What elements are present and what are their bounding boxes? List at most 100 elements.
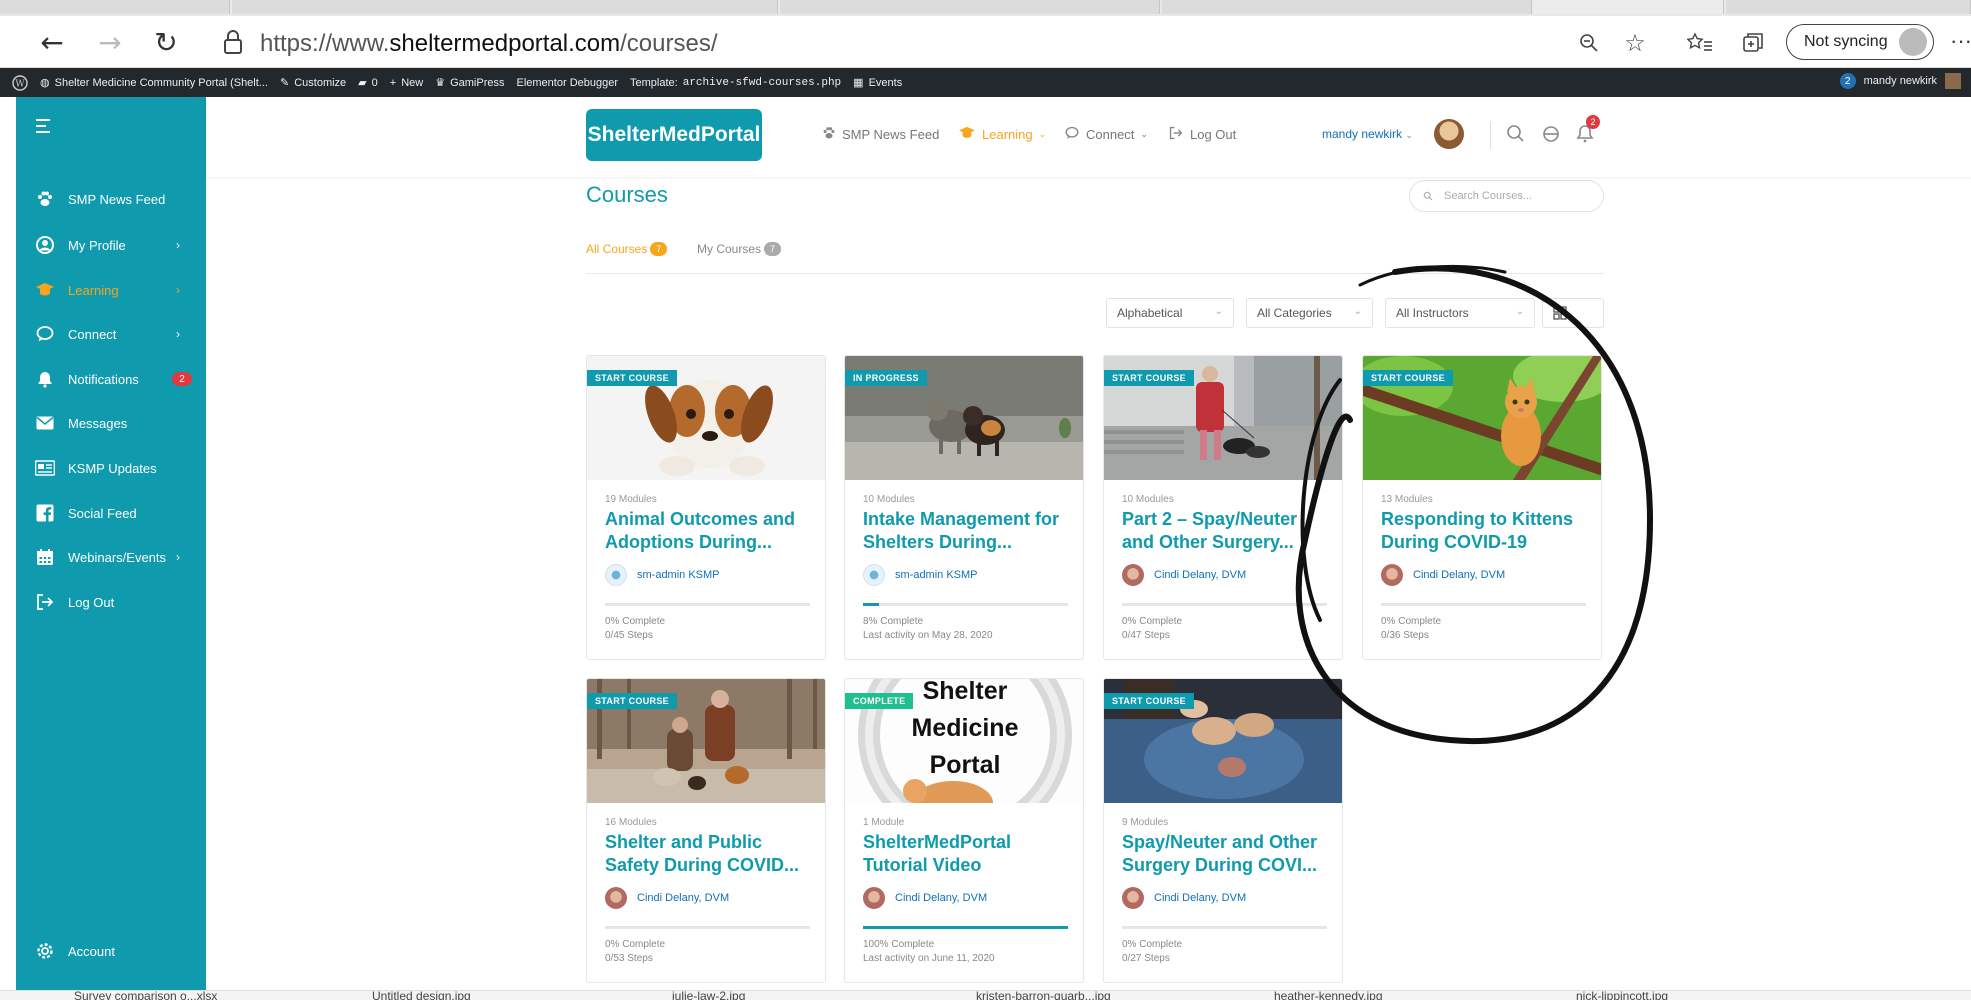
wp-elementor-debugger[interactable]: Elementor Debugger	[517, 77, 619, 89]
course-author[interactable]: Cindi Delany, DVM	[605, 887, 729, 909]
course-card-intake-management[interactable]: IN PROGRESS 10 Modules Intake Management…	[844, 355, 1084, 660]
favorite-star-icon[interactable]: ☆	[1620, 28, 1650, 58]
logout-icon	[1168, 126, 1184, 143]
author-photo	[1122, 564, 1144, 586]
search-courses-input[interactable]: Search Courses...	[1409, 180, 1604, 212]
wp-user-menu[interactable]: 2 mandy newkirk	[1839, 73, 1961, 89]
course-title[interactable]: Responding to Kittens During COVID-19	[1381, 508, 1593, 554]
refresh-icon[interactable]: ↻	[150, 26, 182, 59]
search-icon	[1423, 191, 1433, 201]
sidebar-item-webinars-events[interactable]: Webinars/Events ›	[16, 541, 206, 573]
site-logo[interactable]: ShelterMedPortal	[586, 109, 762, 161]
wp-events[interactable]: ▦ Events	[853, 76, 902, 90]
course-thumbnail[interactable]: START COURSE	[587, 679, 825, 803]
nav-smp-news-feed[interactable]: SMP News Feed	[822, 126, 939, 143]
collections-icon[interactable]	[1738, 28, 1768, 58]
sidebar-item-connect[interactable]: Connect ›	[16, 318, 206, 350]
search-icon[interactable]	[1504, 122, 1528, 146]
course-author[interactable]: sm-admin KSMP	[863, 564, 978, 586]
categories-select[interactable]: All Categories ⌄	[1246, 298, 1373, 328]
wp-comments[interactable]: ▰ 0	[358, 76, 378, 90]
grid-view-toggle[interactable]	[1542, 298, 1604, 328]
wp-new[interactable]: + New	[390, 77, 423, 89]
nav-learning[interactable]: Learning ⌄	[958, 126, 1046, 143]
progress-fill	[863, 926, 1068, 929]
course-title[interactable]: Animal Outcomes and Adoptions During...	[605, 508, 817, 554]
course-card-shelter-public-safety[interactable]: START COURSE 16 Modules Shelter and Publ…	[586, 678, 826, 983]
course-thumbnail[interactable]: START COURSE	[1363, 356, 1601, 480]
instructors-select[interactable]: All Instructors ⌄	[1385, 298, 1535, 328]
sidebar-item-ksmp-updates[interactable]: KSMP Updates	[16, 452, 206, 484]
wordpress-logo-icon[interactable]: W	[12, 74, 28, 91]
sync-button[interactable]: Not syncing	[1786, 24, 1934, 60]
lock-icon	[224, 30, 242, 54]
zoom-icon[interactable]	[1574, 28, 1604, 58]
steps-text: Last activity on May 28, 2020	[863, 630, 993, 641]
steps-text: 0/45 Steps	[605, 630, 653, 641]
course-card-spay-neuter-covid[interactable]: START COURSE 9 Modules Spay/Neuter and O…	[1103, 678, 1343, 983]
course-title[interactable]: Intake Management for Shelters During...	[863, 508, 1075, 554]
sidebar-item-account[interactable]: Account	[16, 935, 206, 967]
course-card-responding-to-kittens[interactable]: START COURSE 13 Modules Responding to Ki…	[1362, 355, 1602, 660]
download-item[interactable]: Untitled design.jpg	[372, 991, 471, 1000]
wp-site-name[interactable]: ◍ Shelter Medicine Community Portal (She…	[40, 76, 268, 90]
steps-text: 0/53 Steps	[605, 953, 653, 964]
user-avatar[interactable]	[1434, 119, 1464, 149]
calendar-icon	[34, 546, 56, 568]
course-title[interactable]: ShelterMedPortal Tutorial Video	[863, 831, 1075, 877]
course-card-tutorial-video[interactable]: Shelter Medicine Portal COMPLETE 1 Modul…	[844, 678, 1084, 983]
sidebar-item-messages[interactable]: Messages	[16, 407, 206, 439]
course-thumbnail[interactable]: START COURSE	[1104, 356, 1342, 480]
course-title[interactable]: Shelter and Public Safety During COVID..…	[605, 831, 817, 877]
course-thumbnail[interactable]: IN PROGRESS	[845, 356, 1083, 480]
author-photo	[1381, 564, 1403, 586]
course-title[interactable]: Spay/Neuter and Other Surgery During COV…	[1122, 831, 1334, 877]
download-item[interactable]: kristen-barron-quarb...jpg	[976, 991, 1111, 1000]
menu-toggle-icon[interactable]	[36, 119, 56, 133]
sort-select[interactable]: Alphabetical ⌄	[1106, 298, 1234, 328]
nav-log-out[interactable]: Log Out	[1168, 126, 1236, 143]
inbox-icon[interactable]	[1539, 122, 1563, 146]
status-tag: IN PROGRESS	[845, 370, 927, 386]
course-author[interactable]: Cindi Delany, DVM	[1122, 564, 1246, 586]
course-author[interactable]: Cindi Delany, DVM	[1381, 564, 1505, 586]
sidebar-item-learning[interactable]: Learning ›	[16, 274, 206, 306]
sidebar-item-my-profile[interactable]: My Profile ›	[16, 229, 206, 261]
course-thumbnail[interactable]: START COURSE	[1104, 679, 1342, 803]
wp-template[interactable]: Template: archive-sfwd-courses.php	[630, 77, 841, 89]
sidebar-item-social-feed[interactable]: Social Feed	[16, 497, 206, 529]
completion-text: 0% Complete	[1122, 616, 1183, 627]
course-thumbnail[interactable]: Shelter Medicine Portal COMPLETE	[845, 679, 1083, 803]
course-author[interactable]: Cindi Delany, DVM	[1122, 887, 1246, 909]
sidebar-item-news-feed[interactable]: SMP News Feed	[16, 183, 206, 215]
course-title[interactable]: Part 2 – Spay/Neuter and Other Surgery..…	[1122, 508, 1334, 554]
completion-text: 0% Complete	[1381, 616, 1442, 627]
course-card-animal-outcomes[interactable]: START COURSE 19 Modules Animal Outcomes …	[586, 355, 826, 660]
course-card-spay-neuter-part2[interactable]: START COURSE 10 Modules Part 2 – Spay/Ne…	[1103, 355, 1343, 660]
download-item[interactable]: Survey comparison o...xlsx	[74, 991, 217, 1000]
course-thumbnail[interactable]: START COURSE	[587, 356, 825, 480]
favorites-list-icon[interactable]	[1685, 28, 1715, 58]
course-author[interactable]: sm-admin KSMP	[605, 564, 720, 586]
back-arrow-icon[interactable]: ←	[36, 26, 68, 59]
sidebar-item-log-out[interactable]: Log Out	[16, 586, 206, 618]
url-text: https://www.sheltermedportal.com/courses…	[260, 30, 718, 57]
more-icon[interactable]: ···	[1950, 28, 1971, 54]
author-photo	[605, 887, 627, 909]
course-author[interactable]: Cindi Delany, DVM	[863, 887, 987, 909]
address-bar[interactable]: https://www.sheltermedportal.com/courses…	[210, 24, 1655, 60]
tab-my-courses[interactable]: My Courses 7	[697, 242, 782, 256]
wp-gamipress[interactable]: ♛ GamiPress	[435, 76, 504, 90]
wp-customize[interactable]: ✎ Customize	[280, 76, 346, 90]
download-item[interactable]: nick-lippincott.jpg	[1576, 991, 1668, 1000]
tab-all-courses[interactable]: All Courses 7	[586, 242, 668, 256]
tabs-divider	[586, 273, 1604, 274]
forward-arrow-icon[interactable]: →	[94, 26, 126, 59]
paw-icon	[34, 188, 56, 210]
download-item[interactable]: heather-kennedy.jpg	[1274, 991, 1383, 1000]
download-item[interactable]: julie-law-2.jpg	[672, 991, 745, 1000]
sidebar-item-notifications[interactable]: Notifications 2	[16, 363, 206, 395]
browser-tab-strip	[0, 0, 1971, 16]
nav-connect[interactable]: Connect ⌄	[1064, 126, 1148, 143]
user-menu[interactable]: mandy newkirk ⌄	[1322, 127, 1413, 141]
